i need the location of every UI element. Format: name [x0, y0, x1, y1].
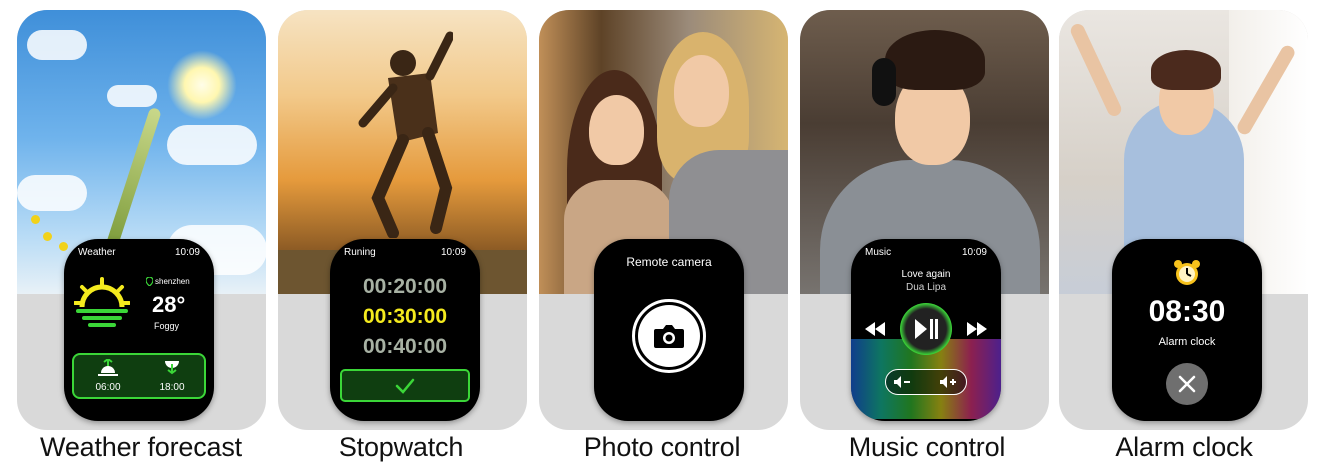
photo-control-label: Photo control: [583, 432, 741, 462]
sunrise-icon: [98, 357, 118, 376]
volume-up-icon[interactable]: [940, 376, 958, 388]
play-pause-button[interactable]: [900, 303, 952, 355]
sunrise-time: 06:00: [95, 382, 121, 393]
watch-title: Alarm clock: [1158, 336, 1216, 348]
artist-name: Dua Lipa: [905, 282, 947, 293]
alarm-clock-card: 08:30 Alarm clock: [1059, 10, 1308, 430]
watch-title: Runing: [344, 247, 376, 258]
runner-silhouette: [358, 31, 453, 238]
weather-watch: Weather 10:09 shenzhen 28° Foggy 06:00 1…: [64, 239, 214, 421]
close-icon: [1178, 375, 1196, 393]
photo-control-card: Remote camera: [539, 10, 788, 430]
alarm-time: 08:30: [1148, 295, 1226, 328]
alarm-watch: 08:30 Alarm clock: [1112, 239, 1262, 421]
watch-time: 10:09: [174, 247, 200, 258]
lap-time: 00:40:00: [362, 335, 448, 358]
location-label: shenzhen: [155, 277, 190, 286]
fast-forward-icon[interactable]: [967, 322, 987, 336]
alarm-clock-icon: [1174, 260, 1200, 285]
condition: Foggy: [154, 321, 180, 331]
sunset-time: 18:00: [159, 382, 185, 393]
alarm-clock-label: Alarm clock: [1115, 432, 1253, 462]
checkmark-icon: [395, 378, 415, 394]
temperature: 28°: [152, 292, 186, 317]
camera-icon: [654, 325, 684, 348]
watch-title: Weather: [78, 247, 116, 258]
weather-card: Weather 10:09 shenzhen 28° Foggy 06:00 1…: [17, 10, 266, 430]
remote-camera-watch: Remote camera: [594, 239, 744, 421]
music-control-label: Music control: [848, 432, 1006, 462]
stopwatch-watch: Runing 10:09 00:20:00 00:30:00 00:40:00: [330, 239, 480, 421]
sun-fog-icon: [74, 277, 130, 327]
grass: [104, 106, 162, 254]
weather-forecast-label: Weather forecast: [40, 432, 242, 462]
watch-time: 10:09: [961, 247, 987, 258]
volume-down-icon[interactable]: [894, 376, 912, 388]
lap-time: 00:20:00: [362, 275, 448, 298]
location-pin-icon: [146, 277, 153, 286]
lap-time-current: 00:30:00: [362, 305, 448, 328]
sun-times-panel: 06:00 18:00: [72, 353, 206, 399]
shutter-button[interactable]: [632, 299, 706, 373]
rewind-icon[interactable]: [865, 322, 885, 336]
volume-control: [885, 369, 967, 395]
sunset-icon: [165, 361, 179, 375]
song-title: Love again: [901, 269, 951, 280]
sun: [167, 50, 237, 120]
stopwatch-card: Runing 10:09 00:20:00 00:30:00 00:40:00: [278, 10, 527, 430]
stopwatch-label: Stopwatch: [338, 432, 464, 462]
feature-row: Weather 10:09 shenzhen 28° Foggy 06:00 1…: [0, 0, 1324, 466]
music-watch: Music 10:09 Love again Dua Lipa: [851, 239, 1001, 421]
watch-title: Music: [865, 247, 892, 258]
dismiss-alarm-button[interactable]: [1166, 363, 1208, 405]
watch-time: 10:09: [440, 247, 466, 258]
watch-title: Remote camera: [626, 255, 712, 269]
confirm-button[interactable]: [340, 369, 470, 402]
music-control-card: Music 10:09 Love again Dua Lipa: [800, 10, 1049, 430]
play-pause-icon: [915, 319, 938, 339]
